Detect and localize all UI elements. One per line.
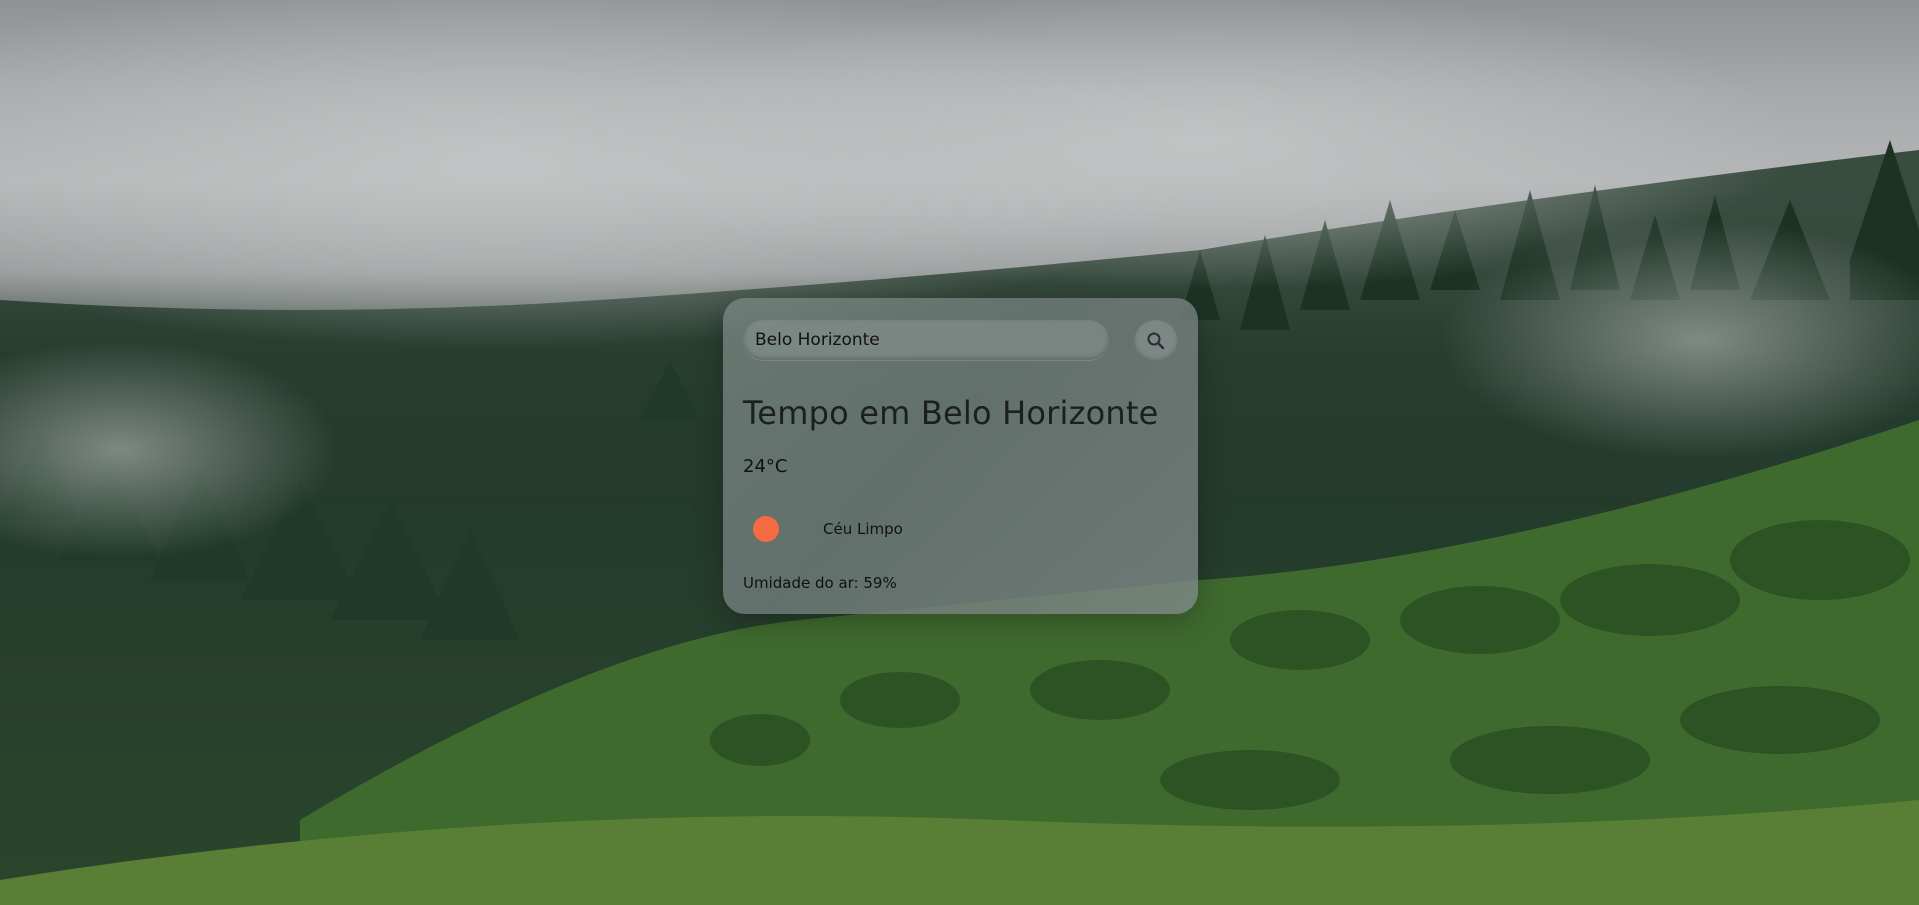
search-icon (1147, 332, 1165, 350)
humidity-value: Umidade do ar: 59% (743, 574, 897, 592)
sun-icon (753, 516, 779, 542)
weather-condition: Céu Limpo (753, 514, 903, 544)
search-bar (743, 320, 1183, 362)
temperature-value: 24°C (743, 456, 788, 477)
city-search-input[interactable] (743, 320, 1109, 360)
background-landscape: Tempo em Belo Horizonte 24°C Céu Limpo U… (0, 0, 1919, 905)
weather-card: Tempo em Belo Horizonte 24°C Céu Limpo U… (723, 298, 1198, 614)
search-button[interactable] (1134, 320, 1178, 362)
weather-city-title: Tempo em Belo Horizonte (743, 394, 1159, 432)
condition-label: Céu Limpo (823, 520, 903, 538)
